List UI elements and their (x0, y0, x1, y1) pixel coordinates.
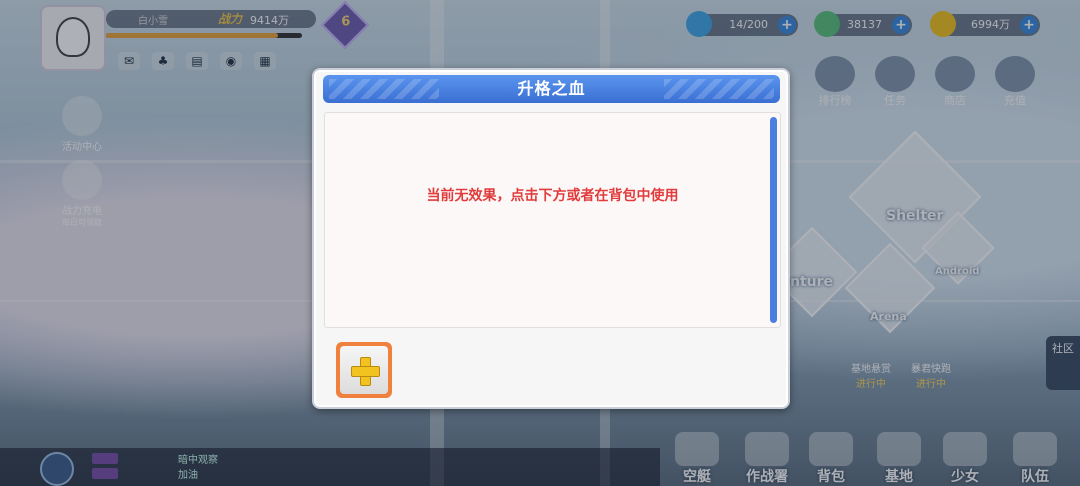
add-item-button[interactable] (336, 342, 392, 398)
dialog-title: 升格之血 (323, 75, 780, 103)
item-dialog: 升格之血 当前无效果，点击下方或者在背包中使用 (312, 68, 790, 409)
dialog-message: 当前无效果，点击下方或者在背包中使用 (426, 188, 679, 204)
dialog-content: 当前无效果，点击下方或者在背包中使用 (324, 112, 781, 328)
dialog-scrollbar[interactable] (770, 117, 777, 323)
